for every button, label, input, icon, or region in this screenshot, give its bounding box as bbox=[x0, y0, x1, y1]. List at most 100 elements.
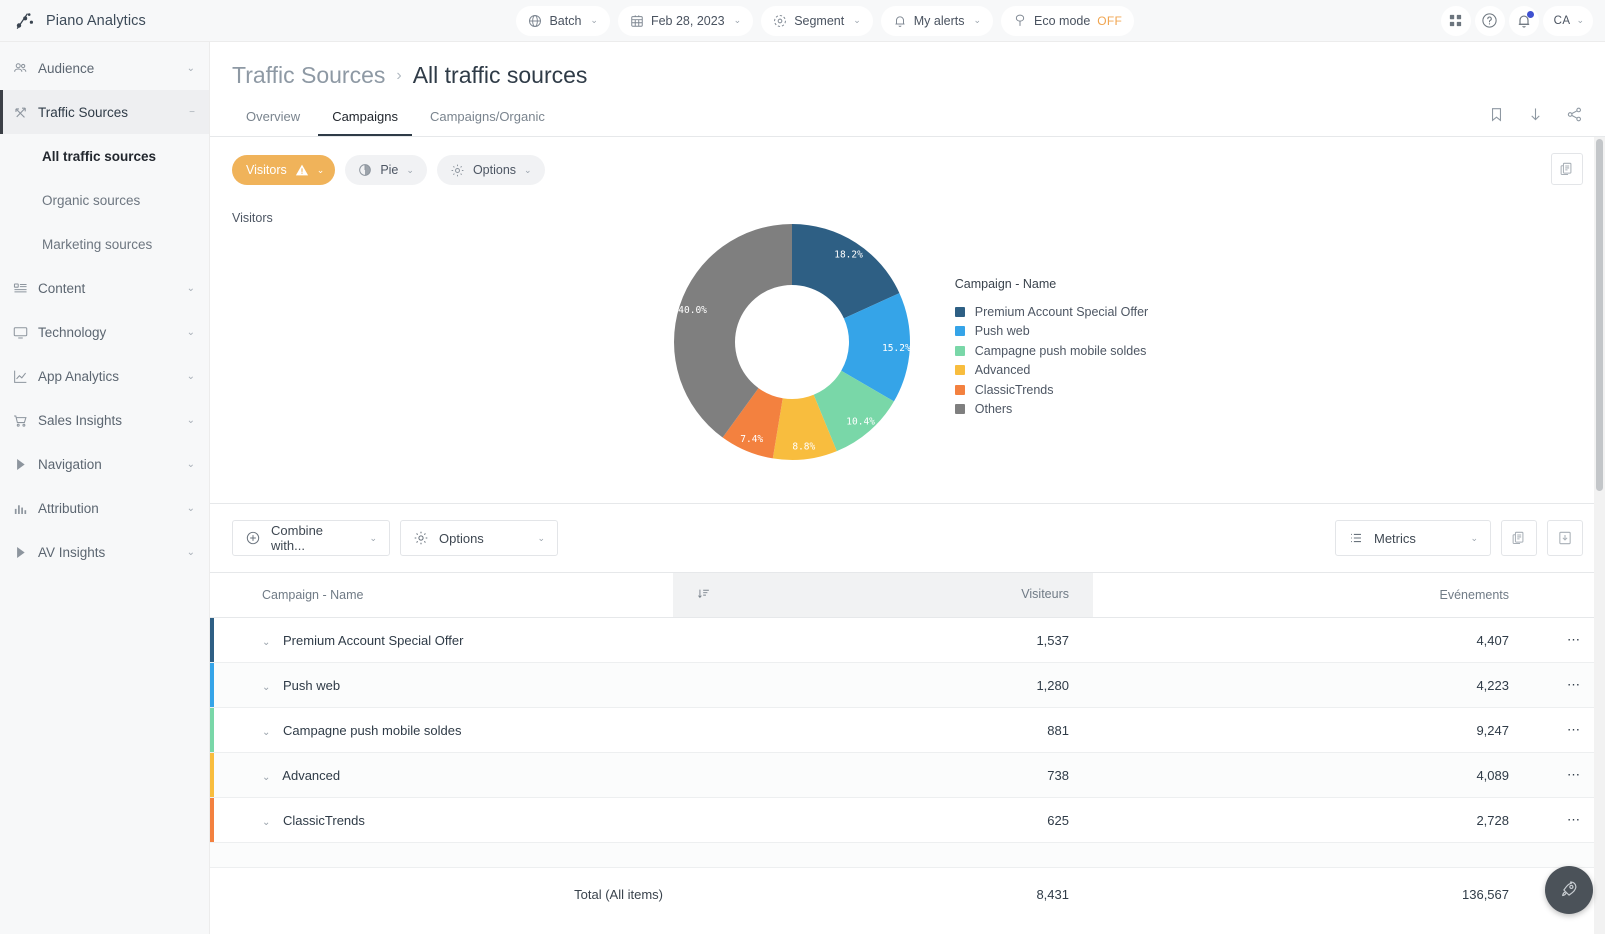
chevron-down-icon: ⌄ bbox=[186, 414, 195, 426]
table-row[interactable]: ⌄ Push web 1,280 4,223 ⋯ bbox=[210, 662, 1605, 708]
legend-swatch bbox=[954, 345, 965, 356]
sidebar-item-label: Navigation bbox=[38, 456, 102, 472]
sidebar-item-label: App Analytics bbox=[38, 368, 120, 384]
brand[interactable]: Piano Analytics bbox=[0, 10, 210, 32]
legend-item[interactable]: Advanced bbox=[954, 361, 1148, 381]
page-title: All traffic sources bbox=[412, 62, 588, 88]
chart-panel: Visitors ⌄ Pie ⌄ Options ⌄ Visitors 18.2… bbox=[210, 137, 1605, 504]
duplicate-pages-icon[interactable] bbox=[1501, 520, 1537, 556]
warning-triangle-icon bbox=[295, 163, 309, 177]
row-color-bar bbox=[210, 618, 214, 662]
chart-type-selector[interactable]: Pie ⌄ bbox=[345, 155, 427, 185]
date-selector[interactable]: Feb 28, 2023 ⌄ bbox=[617, 5, 754, 36]
table-panel: Combine with... ⌄ Options ⌄ Metrics ⌄ Ca… bbox=[210, 504, 1605, 934]
tab-campaigns-organic[interactable]: Campaigns/Organic bbox=[416, 103, 559, 136]
chevron-down-icon: ⌄ bbox=[369, 532, 377, 543]
cell-campaign-name: ⌄ Advanced bbox=[210, 752, 673, 798]
vertical-scrollbar[interactable] bbox=[1594, 137, 1605, 934]
breadcrumb: Traffic Sources › All traffic sources bbox=[232, 62, 1581, 89]
sidebar-item-content[interactable]: Content ⌄ bbox=[0, 266, 209, 310]
user-avatar[interactable]: CA ⌄ bbox=[1542, 5, 1593, 36]
row-color-bar bbox=[210, 708, 214, 752]
tab-overview[interactable]: Overview bbox=[232, 103, 314, 136]
legend-item[interactable]: ClassicTrends bbox=[954, 380, 1148, 400]
sidebar-item-audience[interactable]: Audience ⌄ bbox=[0, 46, 209, 90]
sidebar-item-sales-insights[interactable]: Sales Insights ⌄ bbox=[0, 398, 209, 442]
sidebar-subitem-label: Marketing sources bbox=[42, 236, 153, 252]
donut-slice-label: 18.2% bbox=[834, 250, 863, 261]
segment-selector[interactable]: Segment ⌄ bbox=[761, 5, 873, 36]
chevron-down-icon: ⌄ bbox=[186, 62, 195, 74]
scroll-area: Visitors ⌄ Pie ⌄ Options ⌄ Visitors 18.2… bbox=[210, 137, 1605, 934]
metric-selector[interactable]: Visitors ⌄ bbox=[232, 155, 336, 185]
export-document-icon[interactable] bbox=[1547, 520, 1583, 556]
chevron-down-icon[interactable]: ⌄ bbox=[262, 817, 270, 828]
legend-swatch bbox=[954, 365, 965, 376]
cell-visiteurs: 625 bbox=[673, 797, 1093, 843]
legend-item[interactable]: Others bbox=[954, 400, 1148, 420]
combine-with-button[interactable]: Combine with... ⌄ bbox=[232, 520, 390, 556]
my-alerts-label: My alerts bbox=[913, 13, 965, 28]
campaigns-table: Campaign - Name Visiteurs Evénements ⌄ P… bbox=[210, 572, 1605, 922]
download-icon[interactable] bbox=[1527, 106, 1544, 123]
eco-mode-toggle[interactable]: Eco mode OFF bbox=[1001, 5, 1135, 36]
duplicate-pages-icon[interactable] bbox=[1551, 153, 1583, 185]
cell-visiteurs: 738 bbox=[673, 752, 1093, 798]
chevron-down-icon[interactable]: ⌄ bbox=[262, 772, 270, 783]
sidebar-subitem-all-traffic-sources[interactable]: All traffic sources bbox=[0, 134, 209, 178]
sidebar-item-traffic-sources[interactable]: Traffic Sources − bbox=[0, 90, 209, 134]
notifications-bell-icon[interactable] bbox=[1508, 5, 1539, 36]
sidebar-subitem-organic-sources[interactable]: Organic sources bbox=[0, 178, 209, 222]
batch-selector[interactable]: Batch ⌄ bbox=[516, 5, 610, 36]
sidebar-item-technology[interactable]: Technology ⌄ bbox=[0, 310, 209, 354]
legend-swatch bbox=[954, 306, 965, 317]
grid-apps-icon[interactable] bbox=[1440, 5, 1471, 36]
column-header-evenements[interactable]: Evénements bbox=[1093, 572, 1533, 618]
table-row[interactable]: ⌄ Advanced 738 4,089 ⋯ bbox=[210, 752, 1605, 798]
help-circle-icon[interactable] bbox=[1474, 5, 1505, 36]
table-options-button[interactable]: Options ⌄ bbox=[400, 520, 558, 556]
cell-campaign-name: ⌄ Campagne push mobile soldes bbox=[210, 707, 673, 753]
legend-item[interactable]: Campagne push mobile soldes bbox=[954, 341, 1148, 361]
chart-options-button[interactable]: Options ⌄ bbox=[436, 155, 545, 185]
breadcrumb-parent[interactable]: Traffic Sources bbox=[232, 62, 385, 89]
total-evenements: 136,567 bbox=[1093, 867, 1533, 922]
chevron-down-icon[interactable]: ⌄ bbox=[262, 682, 270, 693]
bookmark-icon[interactable] bbox=[1488, 106, 1505, 123]
chevron-down-icon[interactable]: ⌄ bbox=[262, 727, 270, 738]
chevron-down-icon[interactable]: ⌄ bbox=[262, 637, 270, 648]
legend-swatch bbox=[954, 384, 965, 395]
table-row[interactable]: ⌄ Premium Account Special Offer 1,537 4,… bbox=[210, 617, 1605, 663]
metrics-button[interactable]: Metrics ⌄ bbox=[1335, 520, 1491, 556]
sidebar-item-app-analytics[interactable]: App Analytics ⌄ bbox=[0, 354, 209, 398]
sidebar-item-av-insights[interactable]: AV Insights ⌄ bbox=[0, 530, 209, 574]
row-label: Advanced bbox=[282, 767, 341, 783]
legend-label: Push web bbox=[974, 324, 1030, 339]
line-chart-icon bbox=[12, 368, 38, 385]
column-header-visiteurs[interactable]: Visiteurs bbox=[673, 572, 1093, 618]
scrollbar-thumb[interactable] bbox=[1596, 139, 1603, 491]
column-header-campaign-name[interactable]: Campaign - Name bbox=[210, 572, 673, 618]
sidebar-item-attribution[interactable]: Attribution ⌄ bbox=[0, 486, 209, 530]
table-row[interactable]: ⌄ Campagne push mobile soldes 881 9,247 … bbox=[210, 707, 1605, 753]
chevron-down-icon: ⌄ bbox=[853, 15, 861, 25]
page-header: Traffic Sources › All traffic sources bbox=[210, 42, 1605, 89]
sidebar-item-navigation[interactable]: Navigation ⌄ bbox=[0, 442, 209, 486]
column-header-label: Visiteurs bbox=[1021, 587, 1069, 601]
cell-visiteurs: 881 bbox=[673, 707, 1093, 753]
share-icon[interactable] bbox=[1566, 106, 1583, 123]
sidebar-subitem-marketing-sources[interactable]: Marketing sources bbox=[0, 222, 209, 266]
my-alerts-selector[interactable]: My alerts ⌄ bbox=[880, 5, 994, 36]
table-row[interactable]: ⌄ ClassicTrends 625 2,728 ⋯ bbox=[210, 797, 1605, 843]
chart-legend: Campaign - Name Premium Account Special … bbox=[954, 277, 1148, 420]
sidebar-subitem-label: Organic sources bbox=[42, 192, 141, 208]
legend-item[interactable]: Premium Account Special Offer bbox=[954, 302, 1148, 322]
table-total-row: Total (All items) 8,431 136,567 bbox=[210, 867, 1605, 922]
cell-campaign-name: ⌄ Premium Account Special Offer bbox=[210, 617, 673, 663]
legend-item[interactable]: Push web bbox=[954, 322, 1148, 342]
tab-campaigns[interactable]: Campaigns bbox=[318, 103, 412, 136]
donut-slice-label: 8.8% bbox=[792, 441, 815, 452]
chart-stage: 18.2% 15.2% 10.4% 8.8% 7.4% 40.0% Campaign - … bbox=[210, 217, 1605, 467]
globe-icon bbox=[528, 14, 542, 28]
rocket-icon[interactable] bbox=[1545, 866, 1593, 914]
